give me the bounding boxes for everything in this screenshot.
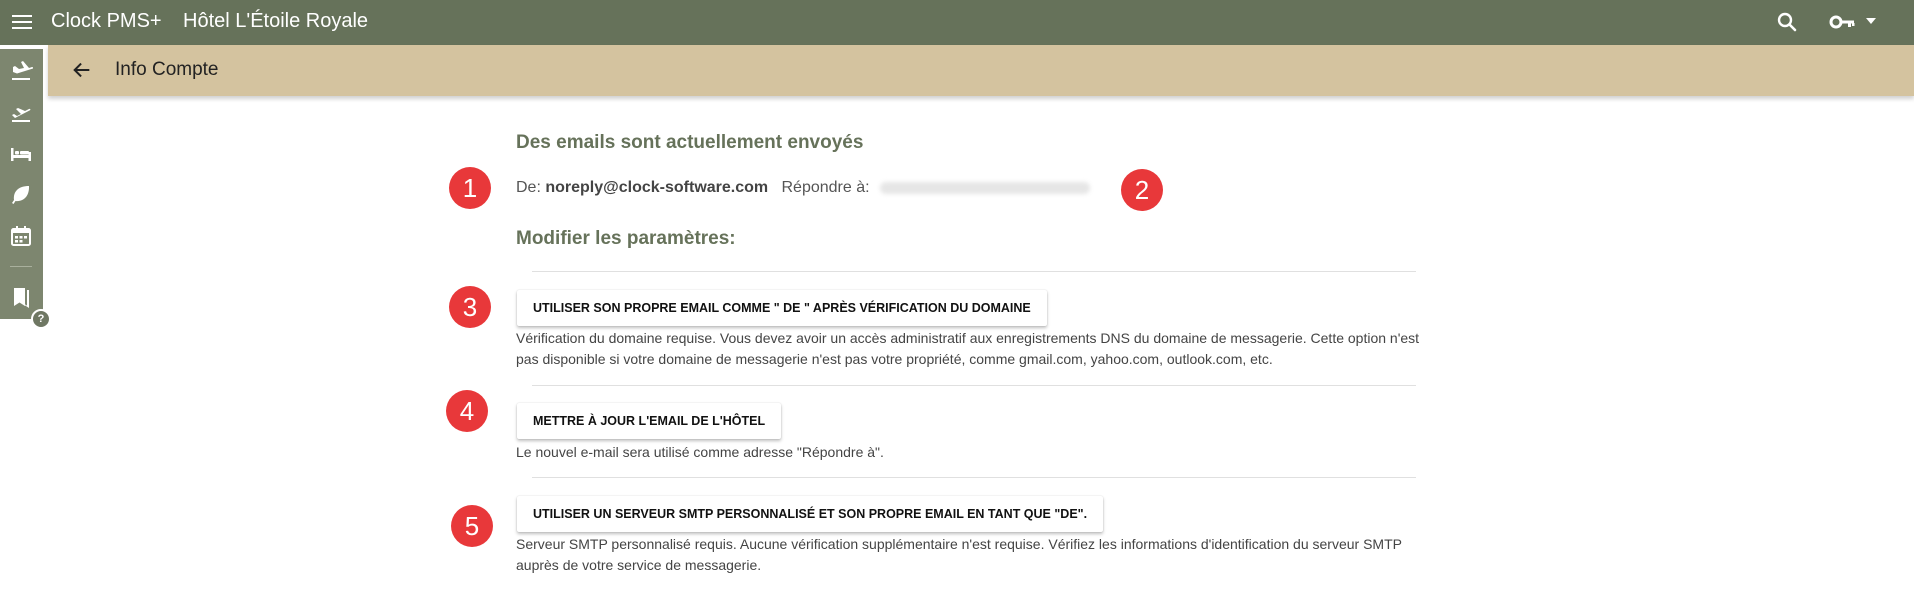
airplane-arrival-icon[interactable] [9,59,33,83]
divider [532,477,1416,478]
bookmarks-icon[interactable] [9,285,33,309]
sidebar-divider [10,266,32,267]
calendar-icon[interactable] [9,224,33,248]
update-hotel-email-button[interactable]: METTRE À JOUR L'EMAIL DE L'HÔTEL [517,403,782,439]
annotation-badge-4: 4 [446,390,488,432]
update-hotel-email-description: Le nouvel e-mail sera utilisé comme adre… [516,444,884,460]
key-icon[interactable] [1829,10,1857,34]
from-label: De: [516,179,541,196]
divider [532,271,1416,272]
annotation-badge-1: 1 [449,167,491,209]
hotel-name: Hôtel L'Étoile Royale [183,10,369,32]
caret-down-icon[interactable] [1866,18,1876,24]
arrow-left-icon[interactable] [71,59,93,81]
custom-smtp-button[interactable]: UTILISER UN SERVEUR SMTP PERSONNALISÉ ET… [517,496,1104,532]
app-title: Clock PMS+ [51,10,162,32]
leaf-icon[interactable] [9,183,33,207]
annotation-badge-3: 3 [449,286,491,328]
page-title: Info Compte [115,59,219,80]
verify-domain-email-button[interactable]: UTILISER SON PROPRE EMAIL COMME " DE " A… [517,290,1047,326]
settings-heading: Modifier les paramètres: [516,228,736,249]
search-icon[interactable] [1775,10,1799,34]
sidebar [0,49,43,319]
custom-smtp-description: Serveur SMTP personnalisé requis. Aucune… [516,536,1402,573]
help-button[interactable]: ? [31,309,51,329]
airplane-departure-icon[interactable] [9,101,33,125]
verify-domain-description: Vérification du domaine requise. Vous de… [516,330,1420,367]
sender-info: De: noreply@clock-software.com Répondre … [516,179,1090,197]
reply-to-email-redacted [880,181,1090,194]
from-email: noreply@clock-software.com [545,179,769,196]
top-bar: Clock PMS+ Hôtel L'Étoile Royale [0,0,1914,45]
annotation-badge-2: 2 [1121,169,1163,211]
bed-icon[interactable] [9,142,33,166]
reply-to-label: Répondre à: [781,179,870,196]
status-heading: Des emails sont actuellement envoyés [516,132,864,153]
annotation-badge-5: 5 [451,505,493,547]
page-header: Info Compte [48,45,1914,96]
divider [532,385,1416,386]
menu-icon[interactable] [12,11,34,33]
